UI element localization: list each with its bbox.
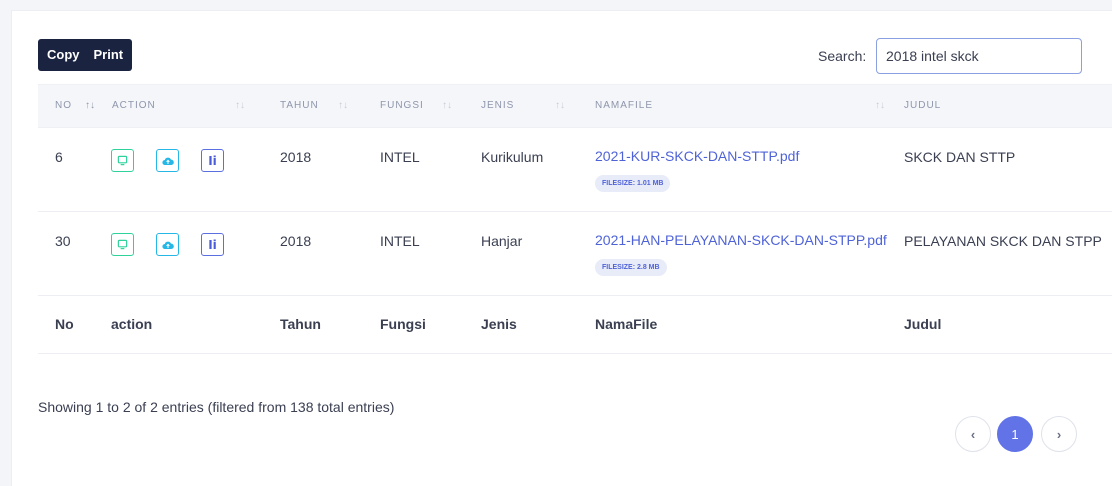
view-button[interactable]: [111, 149, 134, 172]
export-toolbar: Copy Print: [38, 39, 133, 71]
column-header-tahun[interactable]: TAHUN: [280, 85, 319, 127]
detail-button[interactable]: Ii: [201, 149, 224, 172]
cloud-icon: [161, 157, 174, 165]
sort-icon[interactable]: ↑↓: [442, 85, 452, 127]
footer-fungsi: Fungsi: [380, 316, 426, 332]
print-button[interactable]: Print: [89, 39, 133, 71]
table-row: 6 Ii 2018 INTEL Kurikulum 2021-KUR-SKCK-…: [38, 128, 1112, 212]
column-header-fungsi[interactable]: FUNGSI: [380, 85, 424, 127]
column-header-no[interactable]: NO: [55, 85, 72, 127]
detail-button[interactable]: Ii: [201, 233, 224, 256]
footer-namafile: NamaFile: [595, 316, 658, 332]
cell-jenis: Hanjar: [481, 233, 523, 249]
sort-icon[interactable]: ↑↓: [338, 85, 348, 127]
file-link[interactable]: 2021-KUR-SKCK-DAN-STTP.pdf: [595, 148, 799, 164]
column-header-action[interactable]: ACTION: [112, 85, 156, 127]
footer-judul: Judul: [904, 316, 942, 332]
chevron-right-icon: ›: [1056, 426, 1062, 442]
cell-tahun: 2018: [280, 149, 312, 165]
copy-button[interactable]: Copy: [38, 39, 89, 71]
sort-icon[interactable]: ↑↓: [875, 85, 885, 127]
footer-tahun: Tahun: [280, 316, 321, 332]
search-input[interactable]: [876, 38, 1082, 74]
column-header-judul[interactable]: JUDUL: [904, 85, 941, 127]
download-button[interactable]: [156, 149, 179, 172]
filesize-badge: FILESIZE: 2.8 MB: [595, 259, 667, 276]
sort-icon[interactable]: ↑↓: [85, 85, 95, 127]
view-button[interactable]: [111, 233, 134, 256]
filesize-badge: FILESIZE: 1.01 MB: [595, 175, 671, 192]
column-header-jenis[interactable]: JENIS: [481, 85, 514, 127]
cell-tahun: 2018: [280, 233, 312, 249]
cell-no: 30: [55, 233, 71, 249]
previous-page-button[interactable]: ‹: [955, 416, 991, 452]
footer-action: action: [111, 316, 153, 332]
monitor-icon: [117, 239, 128, 250]
footer-no: No: [55, 316, 74, 332]
file-link[interactable]: 2021-HAN-PELAYANAN-SKCK-DAN-STPP.pdf: [595, 232, 887, 248]
info-icon: Ii: [208, 237, 217, 252]
cell-no: 6: [55, 149, 63, 165]
monitor-icon: [117, 155, 128, 166]
table-header: NO ↑↓ ACTION ↑↓ TAHUN ↑↓ FUNGSI ↑↓ JENIS…: [38, 84, 1112, 128]
table-row: 30 Ii 2018 INTEL Hanjar 2021-HAN-PELAYAN…: [38, 212, 1112, 296]
table-footer: No action Tahun Fungsi Jenis NamaFile Ju…: [38, 296, 1112, 354]
footer-jenis: Jenis: [481, 316, 517, 332]
sort-icon[interactable]: ↑↓: [555, 85, 565, 127]
next-page-button[interactable]: ›: [1041, 416, 1077, 452]
cell-fungsi: INTEL: [380, 233, 420, 249]
cell-judul: SKCK DAN STTP: [904, 149, 1016, 165]
download-button[interactable]: [156, 233, 179, 256]
chevron-left-icon: ‹: [970, 426, 976, 442]
sort-icon[interactable]: ↑↓: [235, 85, 245, 127]
search-label: Search:: [818, 48, 867, 64]
info-icon: Ii: [208, 153, 217, 168]
page-1-button[interactable]: 1: [997, 416, 1033, 452]
cell-fungsi: INTEL: [380, 149, 420, 165]
cell-jenis: Kurikulum: [481, 149, 544, 165]
cloud-icon: [161, 241, 174, 249]
cell-judul: PELAYANAN SKCK DAN STPP: [904, 233, 1102, 249]
entries-info: Showing 1 to 2 of 2 entries (filtered fr…: [38, 399, 395, 415]
column-header-namafile[interactable]: NAMAFILE: [595, 85, 653, 127]
